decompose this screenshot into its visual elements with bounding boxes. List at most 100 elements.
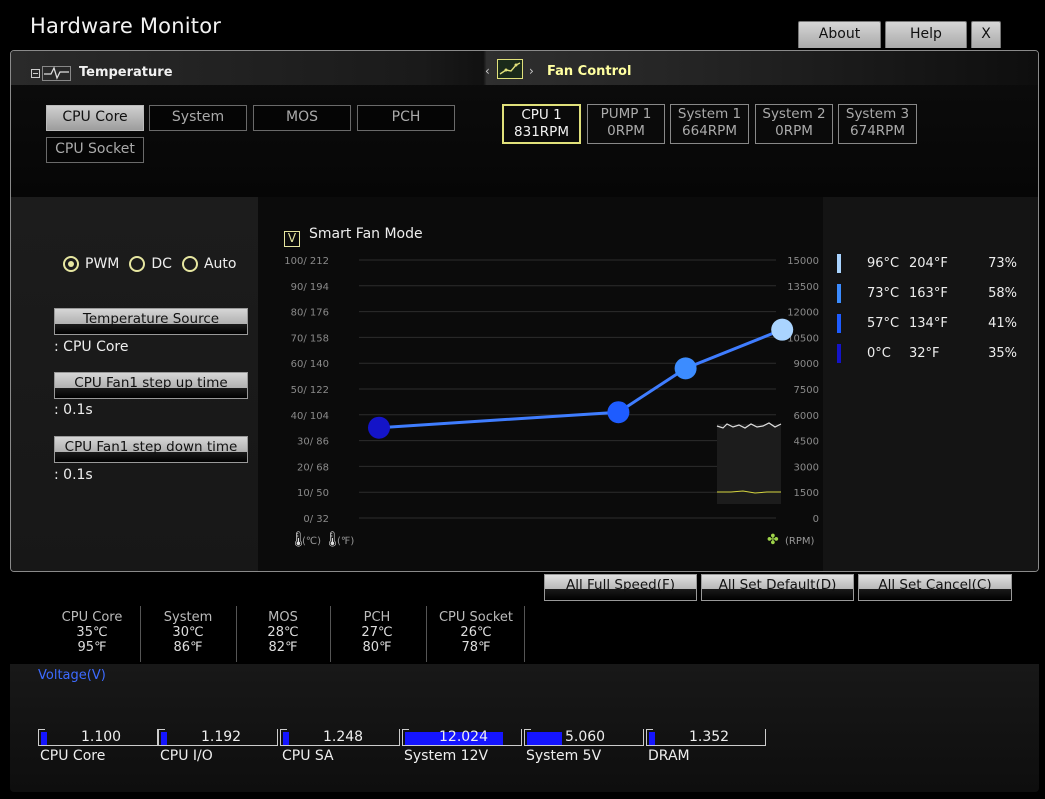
legend-row: 0°C 32°F 35% [837, 343, 1017, 365]
tab-cpu-core[interactable]: CPU Core [46, 105, 144, 131]
fan-mode-radio-group: PWM DC Auto [63, 256, 236, 272]
voltage-name: CPU I/O [160, 748, 213, 764]
fan-curve-point [368, 416, 390, 439]
voltage-title: Voltage(V) [38, 668, 106, 683]
radio-auto[interactable] [181, 256, 198, 272]
fan-tab-cpu1[interactable]: CPU 1 831RPM [502, 104, 581, 144]
y-tick-label-right: 12000 [787, 308, 819, 319]
app-title: Hardware Monitor [30, 14, 222, 38]
radio-label: Auto [203, 256, 237, 272]
y-tick-label-left: 90/ 194 [291, 282, 329, 293]
voltage-value: 1.248 [323, 729, 364, 745]
divider [236, 606, 237, 662]
smart-fan-checkbox[interactable]: V [284, 231, 300, 247]
y-tick-label-left: 10/ 50 [297, 488, 329, 499]
radio-pwm[interactable] [63, 256, 79, 272]
chevron-right-icon[interactable]: › [529, 64, 534, 78]
temp-fahrenheit: 78℉ [461, 640, 491, 655]
y-tick-label-right: 13500 [787, 282, 819, 293]
tab-cpu-socket[interactable]: CPU Socket [46, 137, 144, 163]
y-tick-label-left: 20/ 68 [297, 462, 329, 473]
voltage-bar-fill [649, 732, 655, 746]
step-down-time-button[interactable]: CPU Fan1 step down time [54, 436, 248, 463]
temp-fahrenheit: 95℉ [77, 640, 107, 655]
temp-name: MOS [268, 610, 298, 625]
step-up-time-button[interactable]: CPU Fan1 step up time [54, 372, 248, 399]
legend-percent: 41% [988, 316, 1017, 331]
y-tick-label-left: 80/ 176 [291, 308, 329, 319]
temp-celsius: 35℃ [76, 625, 108, 640]
tab-system[interactable]: System [149, 105, 247, 131]
legend-fahrenheit: 32°F [909, 346, 940, 361]
legend-percent: 58% [988, 286, 1017, 301]
y-tick-label-right: 1500 [794, 488, 819, 499]
fan-name: System 2 [762, 106, 826, 122]
voltage-name: CPU SA [282, 748, 334, 764]
all-full-speed-button[interactable]: All Full Speed(F) [544, 574, 697, 601]
help-button[interactable]: Help [885, 21, 967, 48]
divider [426, 606, 427, 662]
voltage-bar-fill [41, 732, 47, 746]
radio-dc[interactable] [129, 256, 146, 272]
y-tick-label-right: 6000 [794, 411, 819, 422]
chevron-left-icon[interactable]: ‹ [485, 64, 490, 78]
temperature-source-button[interactable]: Temperature Source [54, 308, 248, 335]
fan-control-section-label: Fan Control [547, 64, 632, 79]
x-axis-label-celsius: (℃) [302, 536, 321, 547]
voltage-name: DRAM [648, 748, 690, 764]
fan-rpm: 0RPM [607, 123, 645, 139]
legend-fahrenheit: 163°F [909, 286, 948, 301]
fan-tab-pump1[interactable]: PUMP 1 0RPM [587, 104, 665, 144]
fan-tab-system2[interactable]: System 2 0RPM [755, 104, 833, 144]
fan-curve-point [674, 357, 697, 380]
about-button[interactable]: About [798, 21, 881, 48]
temp-celsius: 26℃ [460, 625, 492, 640]
temperature-source-value: : CPU Core [54, 339, 129, 355]
legend-color-bar [837, 254, 841, 273]
voltage-value: 5.060 [565, 729, 606, 745]
close-button[interactable]: X [971, 21, 1001, 48]
voltage-bar-fill [527, 732, 562, 746]
divider [140, 606, 141, 662]
fan-tab-system1[interactable]: System 1 664RPM [670, 104, 749, 144]
voltage-value: 1.192 [201, 729, 242, 745]
y-tick-label-left: 50/ 122 [291, 385, 329, 396]
temp-celsius: 30℃ [172, 625, 204, 640]
y-tick-label-left: 40/ 104 [291, 411, 329, 422]
fan-curve-line [378, 328, 783, 430]
tab-pch[interactable]: PCH [357, 105, 455, 131]
voltage-name: CPU Core [40, 748, 106, 764]
voltage-panel [10, 664, 1039, 792]
temp-name: PCH [363, 610, 391, 625]
fan-tab-system3[interactable]: System 3 674RPM [838, 104, 917, 144]
temp-celsius: 27℃ [361, 625, 393, 640]
legend-row: 57°C 134°F 41% [837, 313, 1017, 335]
legend-color-bar [837, 284, 841, 303]
y-tick-label-left: 100/ 212 [284, 256, 329, 267]
fan-curve-point [771, 318, 794, 341]
fan-rpm: 0RPM [775, 123, 813, 139]
all-set-cancel-button[interactable]: All Set Cancel(C) [858, 574, 1012, 601]
radio-label: DC [151, 256, 172, 272]
fan-name: PUMP 1 [600, 106, 652, 122]
all-set-default-button[interactable]: All Set Default(D) [701, 574, 854, 601]
tab-mos[interactable]: MOS [253, 105, 351, 131]
temperature-graph-icon[interactable] [31, 66, 73, 82]
legend-fahrenheit: 204°F [909, 256, 948, 271]
legend-color-bar [837, 314, 841, 333]
temp-name: CPU Socket [438, 610, 514, 625]
voltage-bar: 1.100 [38, 729, 158, 746]
temperature-section-label: Temperature [79, 65, 173, 80]
y-tick-label-right: 15000 [787, 256, 819, 267]
smart-fan-label: Smart Fan Mode [309, 226, 423, 242]
temp-readout-mos: MOS 28℃ 82℉ [246, 610, 320, 655]
x-axis-label-fahrenheit: (℉) [337, 536, 354, 547]
legend-row: 73°C 163°F 58% [837, 283, 1017, 305]
legend-percent: 35% [988, 346, 1017, 361]
fan-name: CPU 1 [521, 107, 562, 123]
legend-celsius: 57°C [867, 316, 900, 331]
fan-rpm: 664RPM [682, 123, 737, 139]
y-tick-label-right: 3000 [794, 462, 819, 473]
voltage-bar: 1.352 [646, 729, 766, 746]
fan-curve-chart[interactable]: 100/ 212 1500090/ 194 1350080/ 176 1200070/… [271, 246, 821, 571]
